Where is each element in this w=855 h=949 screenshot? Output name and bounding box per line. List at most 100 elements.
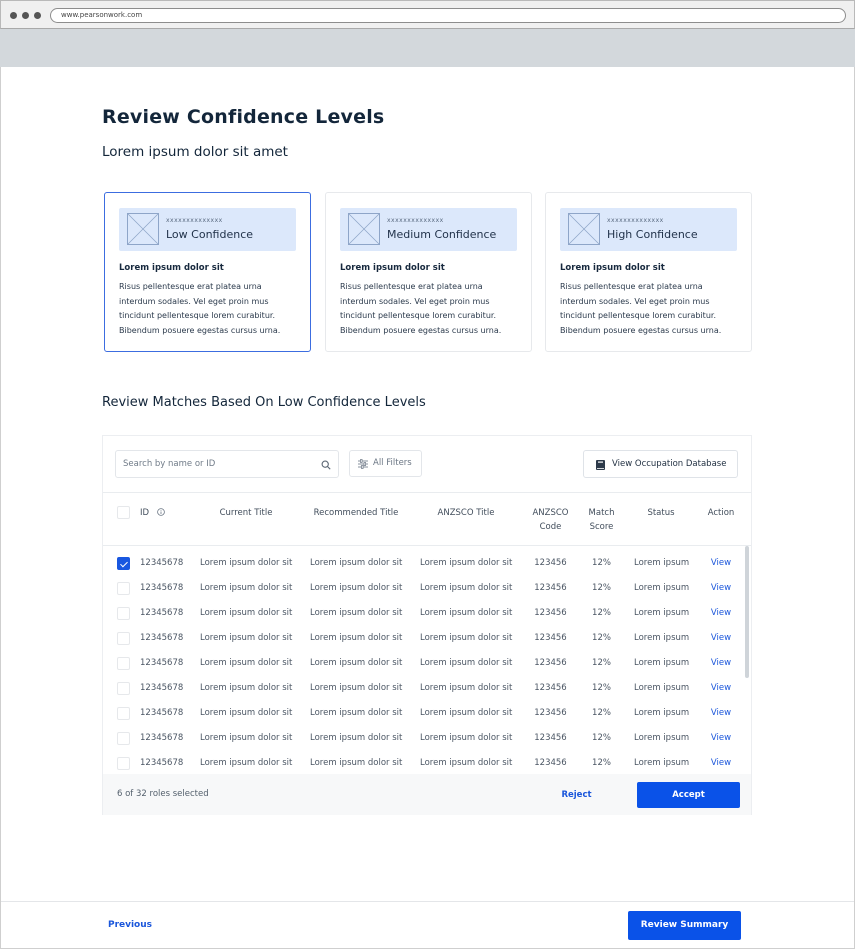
info-icon[interactable] xyxy=(156,508,165,516)
window-maximize-dot[interactable] xyxy=(34,12,41,19)
column-header-match-score[interactable]: Match Score xyxy=(579,506,624,534)
view-link[interactable]: View xyxy=(699,608,743,618)
view-link[interactable]: View xyxy=(699,583,743,593)
view-link[interactable]: View xyxy=(699,683,743,693)
view-link[interactable]: View xyxy=(699,758,743,768)
card-body-line: Risus pellentesque erat platea urna xyxy=(119,282,262,291)
cell-match-score: 12% xyxy=(592,733,611,743)
cell-recommended-title: Lorem ipsum dolor sit xyxy=(310,633,403,643)
cell-id: 12345678 xyxy=(140,658,184,668)
cell-current-title: Lorem ipsum dolor sit xyxy=(200,558,293,568)
table-scrollbar[interactable] xyxy=(745,546,749,678)
row-checkbox[interactable] xyxy=(117,557,130,570)
row-checkbox[interactable] xyxy=(117,732,130,745)
column-header-anzsco-code-line2: Code xyxy=(539,522,562,532)
row-checkbox[interactable] xyxy=(117,582,130,595)
image-placeholder-icon xyxy=(568,213,600,245)
cell-anzsco-title: Lorem ipsum dolor sit xyxy=(420,558,513,568)
card-body-line: Bibendum posuere egestas cursus urna. xyxy=(340,325,502,335)
cell-anzsco-code: 123456 xyxy=(534,658,567,668)
cell-anzsco-title: Lorem ipsum dolor sit xyxy=(420,658,513,668)
row-checkbox[interactable] xyxy=(117,757,130,770)
row-checkbox[interactable] xyxy=(117,632,130,645)
table-row[interactable]: 12345678 Lorem ipsum dolor sit Lorem ipsum… xyxy=(103,752,751,774)
view-link[interactable]: View xyxy=(699,633,743,643)
search-icon xyxy=(321,460,331,470)
cell-status: Lorem ipsum xyxy=(634,683,690,693)
cell-id: 12345678 xyxy=(140,683,184,693)
cell-id: 12345678 xyxy=(140,633,184,643)
window-minimize-dot[interactable] xyxy=(22,12,29,19)
all-filters-button[interactable]: All Filters xyxy=(349,450,422,477)
select-all-checkbox[interactable] xyxy=(117,506,130,519)
sliders-icon xyxy=(358,459,368,469)
view-link[interactable]: View xyxy=(699,558,743,568)
row-checkbox[interactable] xyxy=(117,657,130,670)
confidence-card[interactable]: xxxxxxxxxxxxxx Low Confidence Lorem ipsu… xyxy=(104,192,311,352)
cell-recommended-title: Lorem ipsum dolor sit xyxy=(310,558,403,568)
view-link[interactable]: View xyxy=(699,708,743,718)
cell-id: 12345678 xyxy=(140,733,184,743)
column-header-status[interactable]: Status xyxy=(631,506,691,520)
cell-anzsco-title: Lorem ipsum dolor sit xyxy=(420,758,513,768)
cell-current-title: Lorem ipsum dolor sit xyxy=(200,708,293,718)
image-placeholder-icon xyxy=(348,213,380,245)
table-row[interactable]: 12345678 Lorem ipsum dolor sit Lorem ipsum… xyxy=(103,652,751,677)
reject-button[interactable]: Reject xyxy=(550,782,603,808)
card-body-line: tincidunt pellentesque lorem curabitur. xyxy=(119,311,275,320)
view-link[interactable]: View xyxy=(699,658,743,668)
confidence-card[interactable]: xxxxxxxxxxxxxx High Confidence Lorem ips… xyxy=(545,192,752,352)
review-summary-button[interactable]: Review Summary xyxy=(628,911,741,940)
window-close-dot[interactable] xyxy=(10,12,17,19)
row-checkbox[interactable] xyxy=(117,607,130,620)
card-body-line: Risus pellentesque erat platea urna xyxy=(340,282,483,291)
cell-anzsco-code: 123456 xyxy=(534,583,567,593)
card-heading: Lorem ipsum dolor sit xyxy=(340,263,445,273)
card-body-line: tincidunt pellentesque lorem curabitur. xyxy=(340,311,496,320)
selected-count: 6 of 32 roles selected xyxy=(117,789,209,799)
cell-id: 12345678 xyxy=(140,708,184,718)
table-row[interactable]: 12345678 Lorem ipsum dolor sit Lorem ipsum… xyxy=(103,627,751,652)
card-heading: Lorem ipsum dolor sit xyxy=(119,263,224,273)
view-link[interactable]: View xyxy=(699,733,743,743)
search-input[interactable]: Search by name or ID xyxy=(115,450,339,478)
table-body: 12345678 Lorem ipsum dolor sit Lorem ipsum… xyxy=(103,546,751,774)
table-row[interactable]: 12345678 Lorem ipsum dolor sit Lorem ipsum… xyxy=(103,677,751,702)
column-header-current-title[interactable]: Current Title xyxy=(195,506,297,520)
column-header-anzsco-title[interactable]: ANZSCO Title xyxy=(415,506,517,520)
card-label: High Confidence xyxy=(607,228,698,241)
column-header-recommended-title[interactable]: Recommended Title xyxy=(305,506,407,520)
table-row[interactable]: 12345678 Lorem ipsum dolor sit Lorem ipsum… xyxy=(103,552,751,577)
table-row[interactable]: 12345678 Lorem ipsum dolor sit Lorem ipsum… xyxy=(103,727,751,752)
address-bar[interactable]: www.pearsonwork.com xyxy=(50,8,846,23)
table-row[interactable]: 12345678 Lorem ipsum dolor sit Lorem ipsum… xyxy=(103,602,751,627)
cell-anzsco-title: Lorem ipsum dolor sit xyxy=(420,708,513,718)
card-body-line: tincidunt pellentesque lorem curabitur. xyxy=(560,311,716,320)
table-row[interactable]: 12345678 Lorem ipsum dolor sit Lorem ipsum… xyxy=(103,577,751,602)
cell-match-score: 12% xyxy=(592,758,611,768)
card-body: Risus pellentesque erat platea urna inter… xyxy=(560,280,737,338)
view-occupation-database-label: View Occupation Database xyxy=(612,459,727,469)
browser-toolbar: www.pearsonwork.com xyxy=(0,0,855,29)
cell-anzsco-code: 123456 xyxy=(534,558,567,568)
card-body: Risus pellentesque erat platea urna inter… xyxy=(119,280,296,338)
accept-button[interactable]: Accept xyxy=(637,782,740,808)
search-placeholder: Search by name or ID xyxy=(123,459,216,469)
confidence-card[interactable]: xxxxxxxxxxxxxx Medium Confidence Lorem i… xyxy=(325,192,532,352)
row-checkbox[interactable] xyxy=(117,707,130,720)
card-label: Low Confidence xyxy=(166,228,254,241)
image-placeholder-icon xyxy=(127,213,159,245)
cell-id: 12345678 xyxy=(140,608,184,618)
cell-anzsco-code: 123456 xyxy=(534,733,567,743)
cell-status: Lorem ipsum xyxy=(634,733,690,743)
column-header-anzsco-code[interactable]: ANZSCO Code xyxy=(523,506,578,534)
row-checkbox[interactable] xyxy=(117,682,130,695)
previous-button[interactable]: Previous xyxy=(100,912,160,939)
column-header-id[interactable]: ID xyxy=(140,506,165,520)
table-row[interactable]: 12345678 Lorem ipsum dolor sit Lorem ipsum… xyxy=(103,702,751,727)
cell-anzsco-code: 123456 xyxy=(534,608,567,618)
cell-anzsco-code: 123456 xyxy=(534,683,567,693)
column-header-id-label: ID xyxy=(140,508,150,518)
cell-status: Lorem ipsum xyxy=(634,608,690,618)
view-occupation-database-button[interactable]: View Occupation Database xyxy=(583,450,738,478)
